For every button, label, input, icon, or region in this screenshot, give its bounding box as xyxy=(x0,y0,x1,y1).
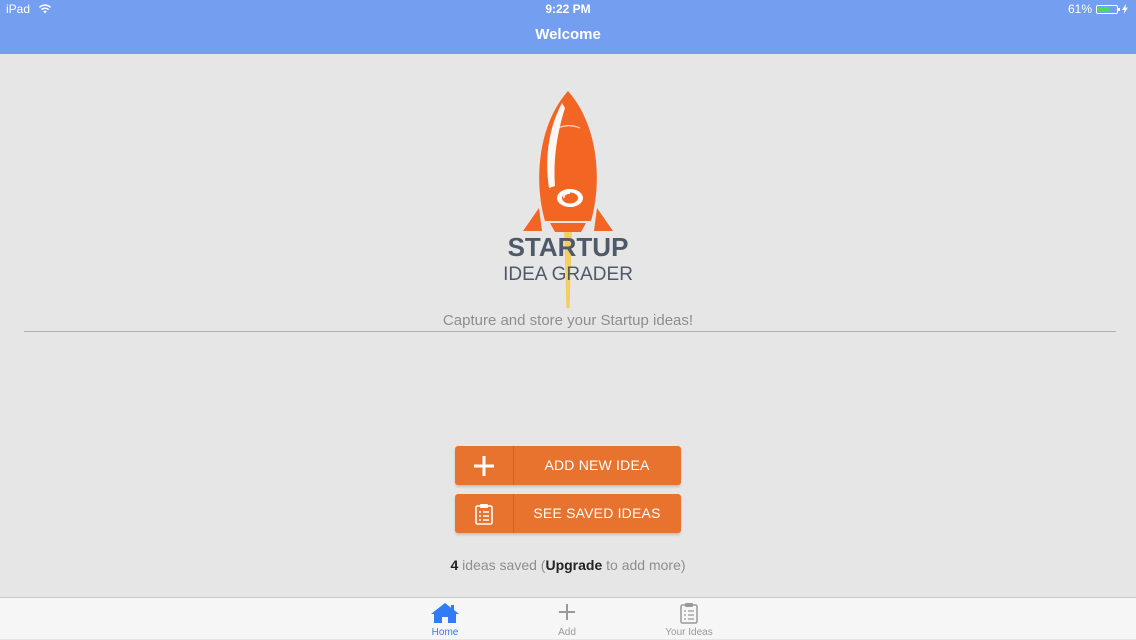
battery-percent: 61% xyxy=(1067,2,1092,16)
add-new-idea-label: ADD NEW IDEA xyxy=(544,457,650,473)
divider xyxy=(24,331,1116,332)
ideas-saved-status: 4 ideas saved (Upgrade to add more) xyxy=(0,557,1136,573)
battery-icon xyxy=(1096,4,1120,14)
home-icon xyxy=(431,603,459,623)
page-title: Welcome xyxy=(535,26,601,43)
tab-home[interactable]: Home xyxy=(405,598,485,640)
status-bar: iPad 9:22 PM 61% xyxy=(0,0,1136,18)
tab-add[interactable]: Add xyxy=(527,598,607,640)
tab-your-ideas[interactable]: Your Ideas xyxy=(649,598,729,640)
brand-subtitle: IDEA GRADER xyxy=(503,264,633,285)
tab-add-label: Add xyxy=(558,627,576,638)
ideas-saved-text: ideas saved ( xyxy=(458,557,546,573)
tab-your-ideas-label: Your Ideas xyxy=(665,627,713,638)
add-new-idea-button[interactable]: ADD NEW IDEA xyxy=(455,446,681,485)
see-saved-ideas-label: SEE SAVED IDEAS xyxy=(533,505,661,521)
ideas-add-more-text: to add more) xyxy=(602,557,686,573)
brand-title: STARTUP xyxy=(507,232,629,262)
navigation-bar: Welcome xyxy=(0,18,1136,54)
tab-bar: Home Add Your Ideas xyxy=(0,597,1136,639)
see-saved-ideas-button[interactable]: SEE SAVED IDEAS xyxy=(455,494,681,533)
clipboard-icon xyxy=(680,603,698,624)
status-time: 9:22 PM xyxy=(545,2,591,16)
plus-icon xyxy=(559,604,575,620)
charging-bolt-icon xyxy=(1122,4,1128,14)
plus-icon xyxy=(474,455,494,476)
upgrade-link[interactable]: Upgrade xyxy=(545,557,602,573)
tagline: Capture and store your Startup ideas! xyxy=(442,312,694,329)
tab-home-label: Home xyxy=(431,627,459,638)
clipboard-icon xyxy=(475,503,493,525)
